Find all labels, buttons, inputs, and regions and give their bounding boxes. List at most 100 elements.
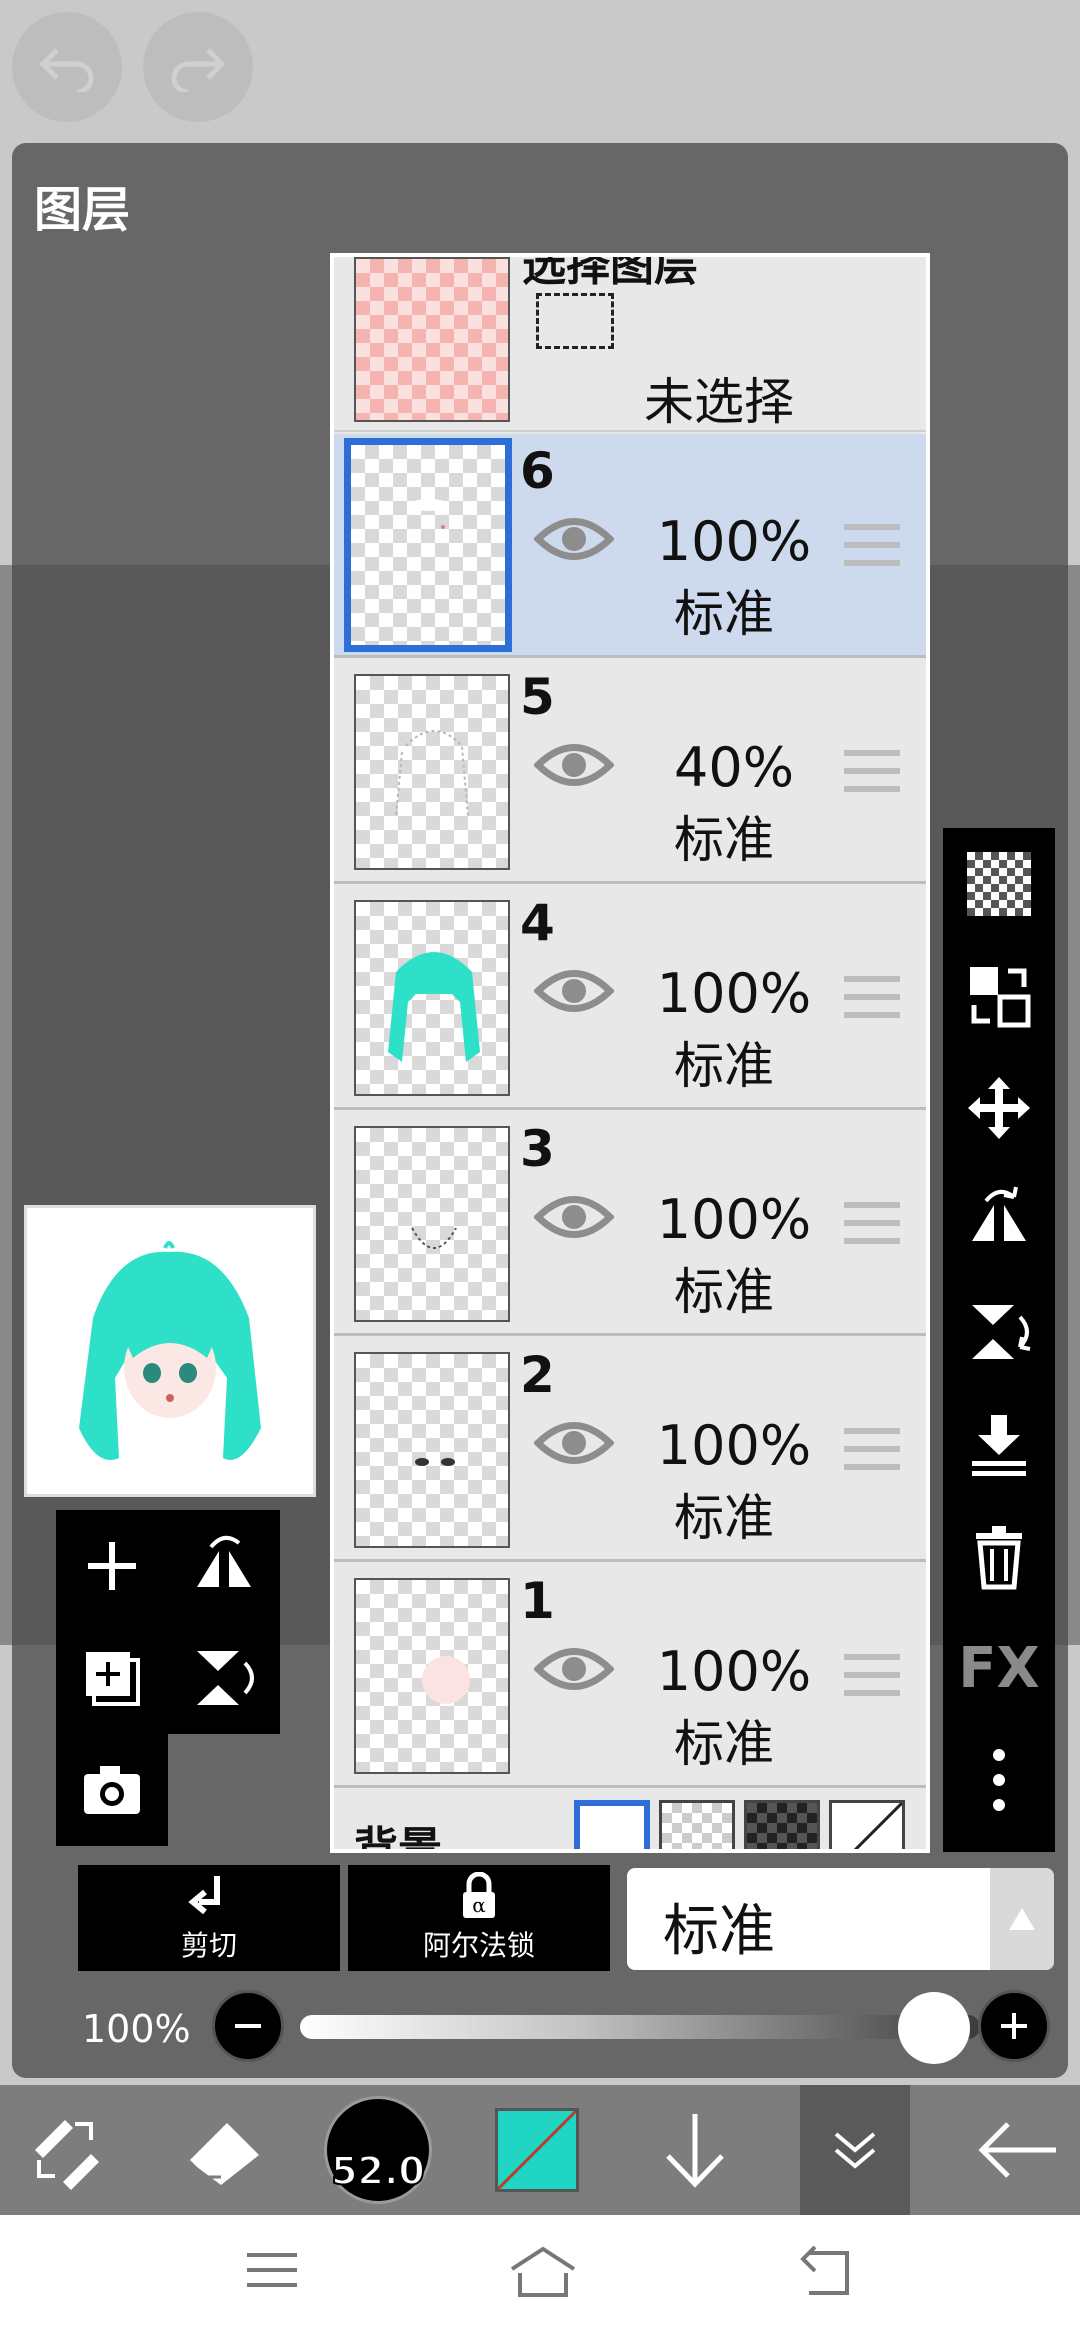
merge-down-icon xyxy=(972,1415,1026,1476)
layer-swap-icon xyxy=(970,967,1031,1028)
layer-opacity: 100% xyxy=(656,1188,812,1251)
double-chevron-down-icon xyxy=(834,2132,876,2169)
flip-layer-vertical-button[interactable] xyxy=(168,1622,280,1734)
layer-blend-mode: 标准 xyxy=(674,1263,774,1321)
camera-import-button[interactable] xyxy=(56,1734,168,1846)
add-layer-button[interactable] xyxy=(56,1510,168,1622)
layer-down-button[interactable] xyxy=(650,2085,740,2215)
brush-swap-icon xyxy=(35,2120,99,2190)
canvas-preview xyxy=(24,1205,316,1497)
background-transparent-light-option[interactable] xyxy=(659,1800,735,1849)
duplicate-layer-button[interactable] xyxy=(56,1622,168,1734)
background-white-option[interactable] xyxy=(574,1800,650,1849)
color-swatch xyxy=(495,2108,579,2192)
drag-handle-icon[interactable] xyxy=(844,522,904,572)
bottom-toolbar: 52.0 xyxy=(0,2085,1080,2215)
selection-layer-row[interactable]: 选择图层 未选择 xyxy=(334,257,926,432)
flip-horizontal-button[interactable] xyxy=(943,1164,1055,1276)
layer-row[interactable]: 3 100% 标准 xyxy=(334,1112,926,1336)
layer-list[interactable]: 选择图层 未选择 6 100% 标准 5 40% 标准 4 100% 标准 3 … xyxy=(330,253,930,1853)
clip-button[interactable]: 剪切 xyxy=(78,1865,340,1971)
layer-row[interactable]: 6 100% 标准 xyxy=(334,434,926,658)
more-options-button[interactable] xyxy=(943,1724,1055,1836)
opacity-slider-knob[interactable] xyxy=(898,1992,970,2064)
eye-icon[interactable] xyxy=(534,964,614,1018)
layer-swap-button[interactable] xyxy=(943,940,1055,1052)
plus-icon xyxy=(88,1542,136,1590)
arrow-down-icon xyxy=(666,2114,724,2188)
color-swatch-slash xyxy=(498,2111,576,2189)
eye-icon[interactable] xyxy=(534,1190,614,1244)
drag-handle-icon[interactable] xyxy=(844,1426,904,1476)
alpha-lock-label: 阿尔法锁 xyxy=(422,1929,535,1962)
layer-thumbnail xyxy=(354,1126,510,1322)
blend-mode-dropdown[interactable] xyxy=(990,1868,1054,1970)
delete-layer-button[interactable] xyxy=(943,1500,1055,1612)
redo-button[interactable] xyxy=(143,12,253,122)
undo-button[interactable] xyxy=(12,12,122,122)
drag-handle-icon[interactable] xyxy=(844,1652,904,1702)
fx-button[interactable]: FX xyxy=(943,1612,1055,1724)
brush-size-button[interactable]: 52.0 xyxy=(322,2085,434,2215)
more-vertical-icon xyxy=(993,1749,1005,1811)
layer-row[interactable]: 2 100% 标准 xyxy=(334,1338,926,1562)
system-navigation-bar xyxy=(0,2215,1080,2340)
alpha-lock-button[interactable]: α 阿尔法锁 xyxy=(348,1865,610,1971)
flip-vertical-icon xyxy=(197,1651,254,1705)
eye-icon[interactable] xyxy=(534,1642,614,1696)
opacity-slider[interactable] xyxy=(300,2015,980,2039)
selection-marquee-icon xyxy=(536,293,614,349)
selection-title: 选择图层 xyxy=(522,253,698,291)
right-tool-column: FX xyxy=(943,828,1055,1852)
background-row[interactable]: 背景 xyxy=(334,1782,926,1849)
layer-opacity: 100% xyxy=(656,1414,812,1477)
selection-thumbnail xyxy=(354,257,510,422)
opacity-increase-button[interactable] xyxy=(978,1990,1050,2062)
layer-panel-toggle-button[interactable] xyxy=(800,2085,910,2215)
drag-handle-icon[interactable] xyxy=(844,748,904,798)
merge-down-button[interactable] xyxy=(943,1388,1055,1500)
minus-icon xyxy=(235,2024,261,2028)
layer-thumbnail xyxy=(344,438,512,652)
menu-icon[interactable] xyxy=(245,2245,299,2295)
tool-switch-button[interactable] xyxy=(20,2085,110,2215)
flip-horizontal-icon xyxy=(197,1535,251,1587)
blend-mode-select[interactable]: 标准 xyxy=(627,1868,1054,1970)
layer-number: 2 xyxy=(520,1346,555,1404)
back-nav-icon[interactable] xyxy=(795,2245,855,2299)
eye-icon[interactable] xyxy=(534,738,614,792)
arrow-left-icon xyxy=(978,2122,1056,2178)
layer-thumbnail xyxy=(354,900,510,1096)
triangle-up-icon xyxy=(1009,1908,1035,1930)
layer-row[interactable]: 4 100% 标准 xyxy=(334,886,926,1110)
home-icon[interactable] xyxy=(508,2245,578,2299)
eraser-button[interactable] xyxy=(178,2085,268,2215)
duplicate-layer-icon xyxy=(86,1652,140,1706)
transparency-tool-button[interactable] xyxy=(943,828,1055,940)
eye-icon[interactable] xyxy=(534,512,614,566)
background-transparent-dark-option[interactable] xyxy=(744,1800,820,1849)
flip-layer-horizontal-button[interactable] xyxy=(168,1510,280,1622)
opacity-decrease-button[interactable] xyxy=(212,1990,284,2062)
background-none-option[interactable] xyxy=(829,1800,905,1849)
camera-icon xyxy=(84,1766,140,1814)
eye-icon[interactable] xyxy=(534,1416,614,1470)
flip-vertical-button[interactable] xyxy=(943,1276,1055,1388)
back-button[interactable] xyxy=(968,2085,1068,2215)
layer-opacity: 100% xyxy=(656,510,812,573)
layer-row[interactable]: 1 100% 标准 xyxy=(334,1564,926,1788)
layer-number: 6 xyxy=(520,442,555,500)
color-button[interactable] xyxy=(492,2085,582,2215)
move-button[interactable] xyxy=(943,1052,1055,1164)
layer-row[interactable]: 5 40% 标准 xyxy=(334,660,926,884)
brush-size-value: 52.0 xyxy=(330,2148,426,2194)
panel-title: 图层 xyxy=(34,182,131,238)
layer-opacity: 40% xyxy=(673,736,795,799)
layer-opacity: 100% xyxy=(656,962,812,1025)
drag-handle-icon[interactable] xyxy=(844,1200,904,1250)
left-layer-tools xyxy=(56,1510,286,1850)
layer-thumbnail xyxy=(354,674,510,870)
drag-handle-icon[interactable] xyxy=(844,974,904,1024)
svg-text:α: α xyxy=(472,1893,486,1917)
plus-icon xyxy=(1001,2013,1027,2039)
